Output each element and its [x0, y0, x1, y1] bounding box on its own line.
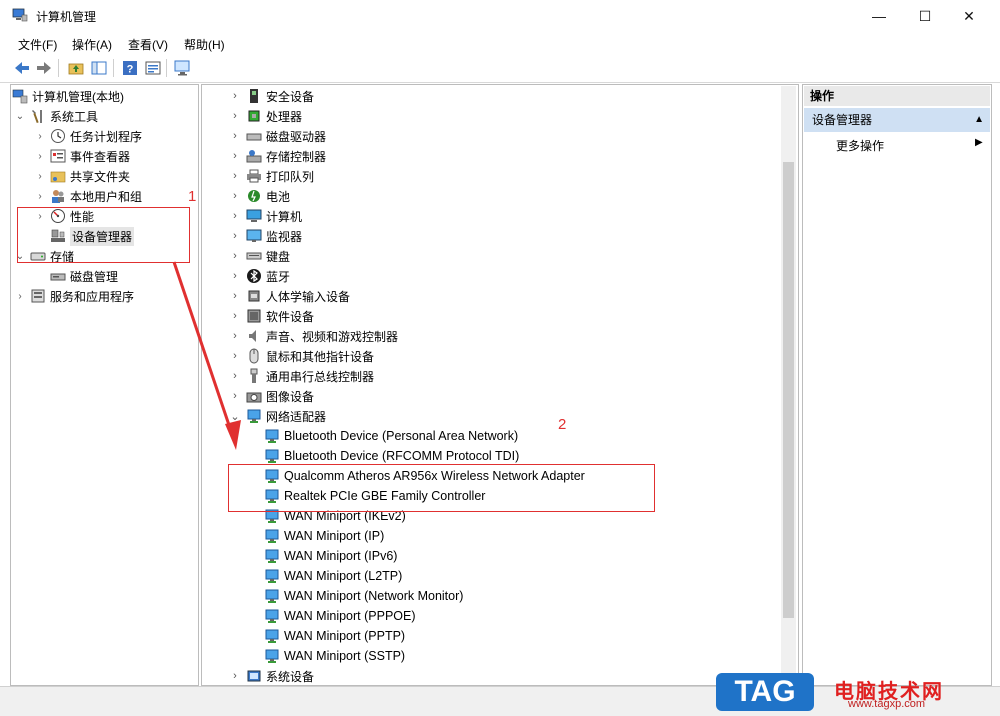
actions-selected-label: 设备管理器 — [812, 113, 873, 127]
actions-header: 操作 — [804, 86, 990, 106]
watermark-tag-logo: TAG — [716, 673, 814, 711]
chevron-right-icon[interactable]: ▶ — [975, 137, 983, 148]
watermark-url: www.tagxp.com — [848, 698, 926, 710]
actions-pane — [802, 84, 992, 686]
more-actions[interactable]: 更多操作 — [836, 137, 884, 154]
actions-device-manager[interactable]: 设备管理器 ▲ — [804, 108, 990, 132]
collapse-up-icon[interactable]: ▲ — [974, 108, 984, 132]
